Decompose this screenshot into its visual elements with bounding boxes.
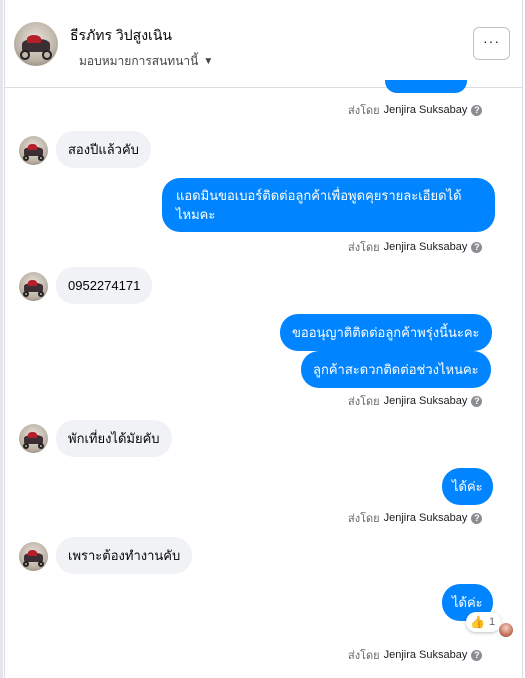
conversation-panel <box>4 0 523 678</box>
window-edge <box>0 0 3 678</box>
